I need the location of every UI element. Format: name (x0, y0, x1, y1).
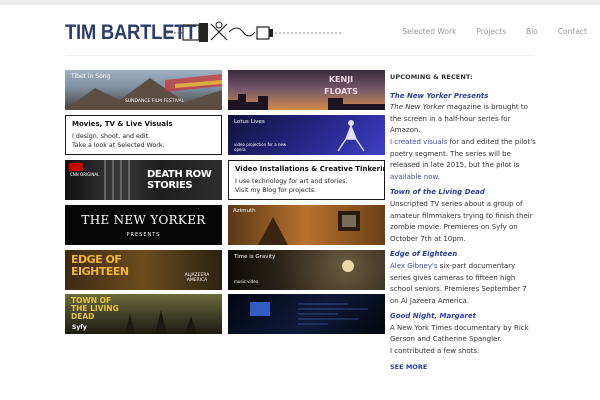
tile-title: DEATH ROW STORIES (147, 169, 212, 191)
tile-subtitle: video projection for a new opera (234, 142, 287, 152)
nav-selected-work[interactable]: Selected Work (403, 27, 457, 36)
tile-line: Visit my Blog for projects. (235, 187, 316, 194)
upcoming-sidebar: UPCOMING & RECENT: The New Yorker Presen… (390, 72, 536, 373)
code-screen-art (250, 302, 368, 325)
tile-title: TOWN OF THE LIVING DEAD (71, 296, 119, 321)
tile-new-yorker-presents[interactable]: THE NEW YORKER PRESENTS (65, 205, 222, 245)
tile-kenji-floats[interactable]: KENJI FLOATS (228, 70, 385, 110)
tile-azimuth[interactable]: Azimuth (228, 205, 385, 245)
tile-heading: Movies, TV & Live Visuals (72, 120, 173, 128)
item-body: A New York Times documentary by Rick Ger… (390, 323, 536, 358)
network-label: ALJAZEERA AMERICA (184, 273, 210, 283)
network-label: Syfy (72, 324, 87, 331)
site-logo[interactable]: TIM BARTLETT (65, 18, 343, 48)
header-divider (65, 55, 535, 56)
item-title[interactable]: Good Night, Margaret (390, 311, 536, 323)
item-text: . (437, 172, 440, 181)
tile-body: I design, shoot, and edit. Take a look at… (72, 132, 165, 150)
item-text: A New York Times documentary by Rick Ger… (390, 323, 529, 344)
item-link[interactable]: Alex Gibney's (390, 262, 438, 270)
tile-time-is-gravity[interactable]: Time is Gravity music video (228, 250, 385, 290)
tile-movies-tv[interactable]: Movies, TV & Live Visuals I design, shoo… (65, 115, 222, 155)
see-more-link[interactable]: SEE MORE (390, 362, 536, 374)
main-nav: Selected Work Projects Bio Contact (383, 27, 587, 36)
tile-subtitle: PRESENTS (126, 232, 161, 238)
item-title[interactable]: Town of the Living Dead (390, 187, 536, 199)
item-text: I contributed a few shots. (390, 347, 480, 356)
logo-illustration (167, 21, 343, 42)
tile-body: I use technology for art and stories. Vis… (235, 177, 348, 195)
tile-heading: Video Installations & Creative Tinkering (235, 165, 385, 173)
item-em: The New Yorker (390, 103, 445, 112)
tile-subtitle: music video (234, 279, 259, 284)
item-body: The New Yorker magazine is brought to th… (390, 102, 536, 183)
item-link[interactable]: available now (390, 173, 438, 181)
tile-lotus-lives[interactable]: Lotus Lives video projection for a new o… (228, 115, 385, 155)
item-title[interactable]: The New Yorker Presents (390, 91, 536, 103)
tile-title: EDGE OF EIGHTEEN (71, 253, 129, 278)
tile-death-row-stories[interactable]: CNN ORIGINAL DEATH ROW STORIES (65, 160, 222, 200)
nav-projects[interactable]: Projects (476, 27, 506, 36)
tile-caption: Lotus Lives (234, 119, 265, 125)
sundance-badge: SUNDANCE FILM FESTIVAL (125, 99, 185, 104)
tile-edge-of-eighteen[interactable]: EDGE OF EIGHTEEN ALJAZEERA AMERICA (65, 250, 222, 290)
item-body: Alex Gibney's six-part documentary serie… (390, 261, 536, 307)
item-title[interactable]: Edge of Eighteen (390, 249, 536, 261)
tile-video-installations[interactable]: Video Installations & Creative Tinkering… (228, 160, 385, 200)
tile-title: THE NEW YORKER (81, 213, 206, 227)
tile-caption: Time is Gravity (234, 254, 276, 260)
tile-code-screen[interactable] (228, 294, 385, 334)
nav-contact[interactable]: Contact (558, 27, 587, 36)
tile-tibet-in-song[interactable]: Tibet in Song SUNDANCE FILM FESTIVAL (65, 70, 222, 110)
tile-town-of-the-living-dead[interactable]: TOWN OF THE LIVING DEAD Syfy (65, 294, 222, 334)
tile-line: I use technology for art and stories. (235, 178, 348, 185)
sidebar-heading: UPCOMING & RECENT: (390, 73, 473, 81)
network-label: CNN ORIGINAL (70, 172, 100, 177)
tile-caption: Azimuth (233, 208, 256, 214)
tile-title: KENJI FLOATS (324, 75, 358, 96)
nav-bio[interactable]: Bio (526, 27, 538, 36)
tile-line: I design, shoot, and edit. (72, 133, 151, 140)
item-body: Unscripted TV series about a group of am… (390, 199, 533, 243)
top-bar (0, 0, 600, 5)
item-link[interactable]: I created visuals (390, 138, 447, 146)
tile-line: Take a look at Selected Work. (72, 142, 165, 149)
tile-caption: Tibet in Song (71, 73, 111, 80)
